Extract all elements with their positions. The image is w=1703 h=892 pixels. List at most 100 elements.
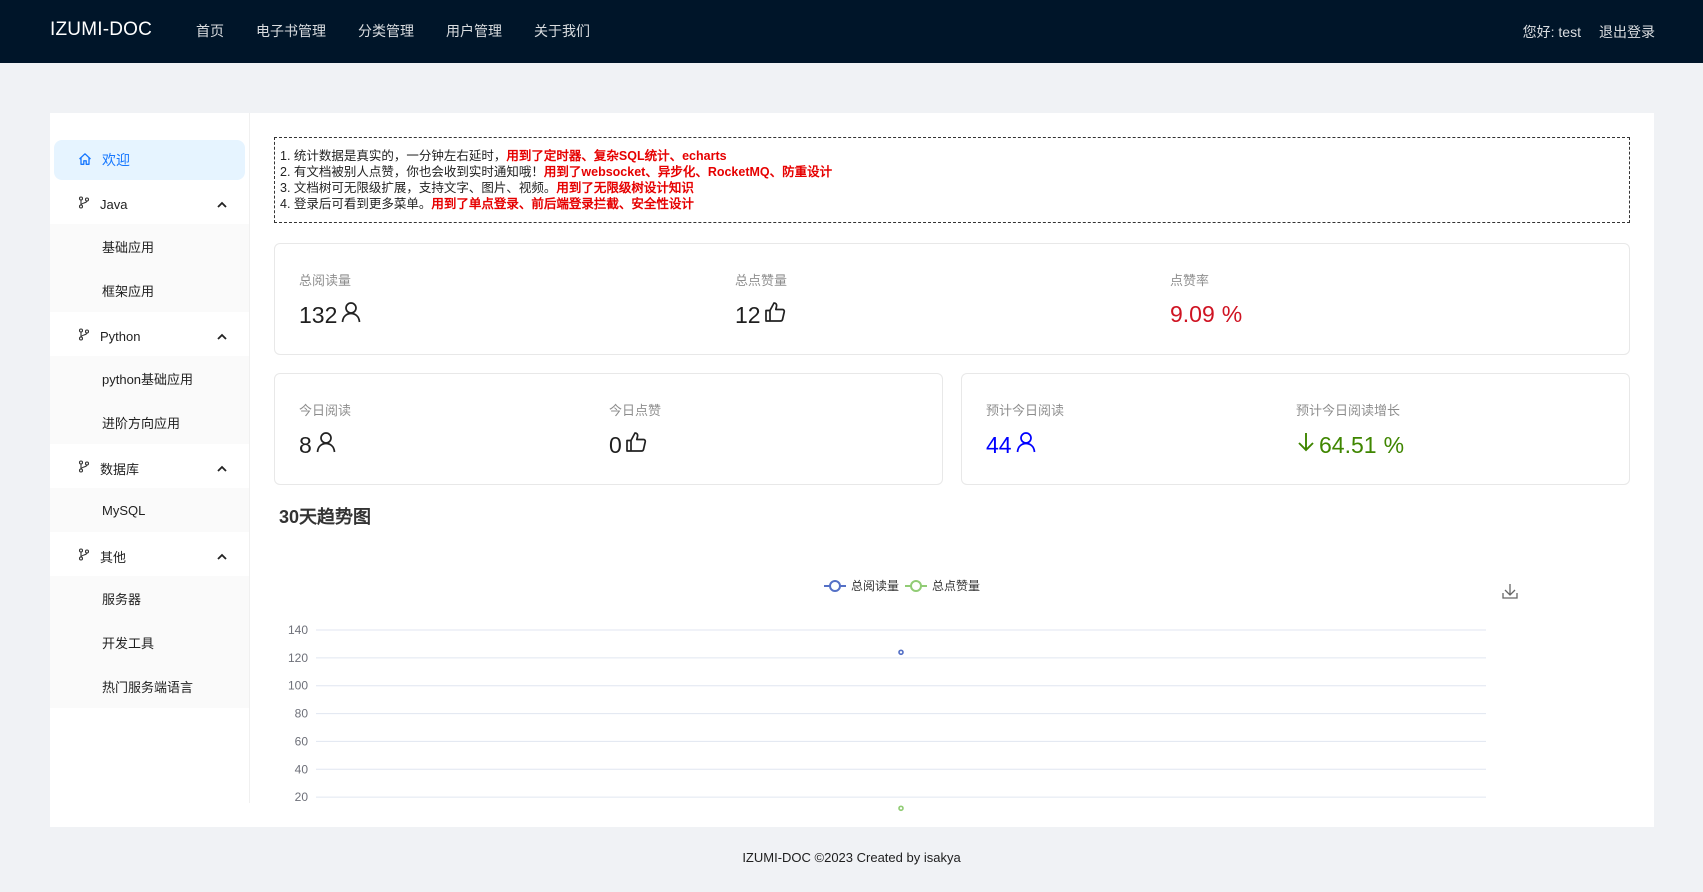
legend-marker xyxy=(910,580,922,592)
branch-icon xyxy=(78,196,90,212)
stat-number: 8 xyxy=(299,431,312,458)
footer: IZUMI-DOC ©2023 Created by isakya xyxy=(742,850,961,865)
submenu-python[interactable]: Python xyxy=(50,316,249,356)
notice-line: 4. 登录后可看到更多菜单。用到了单点登录、前后端登录拦截、安全性设计 xyxy=(280,196,1624,212)
y-tick-label: 40 xyxy=(295,762,309,776)
stat-number: 44 xyxy=(986,431,1012,458)
y-tick-label: 120 xyxy=(288,651,308,665)
chevron-up-icon xyxy=(217,197,227,212)
stat-today-vote: 今日点赞 0 xyxy=(609,400,661,459)
stat-label: 今日阅读 xyxy=(299,403,352,418)
stat-value: 12 xyxy=(735,301,787,329)
sidebar-item-java-framework[interactable]: 框架应用 xyxy=(50,268,249,312)
notice-highlight: 用到了websocket、异步化、RocketMQ、防重设计 xyxy=(543,165,833,179)
stat-number: 0 xyxy=(609,431,622,458)
chevron-up-icon xyxy=(217,461,227,476)
sidebar-item-python-basic[interactable]: python基础应用 xyxy=(50,356,249,400)
nav-home[interactable]: 首页 xyxy=(180,0,240,63)
notice-highlight: 用到了无限级树设计知识 xyxy=(556,181,694,195)
stats-card-totals: 总阅读量 132 总点赞量 12 点赞率 9.09 % xyxy=(274,243,1630,355)
header-user-area: 您好: test 退出登录 xyxy=(1523,0,1655,63)
stat-value: 8 xyxy=(299,431,351,459)
stat-number: 9.09 xyxy=(1170,301,1215,327)
y-tick-label: 80 xyxy=(295,707,309,721)
submenu-other[interactable]: 其他 xyxy=(50,536,249,576)
stat-predict-growth: 预计今日阅读增长 64.51 % xyxy=(1296,400,1404,459)
stat-label: 总阅读量 xyxy=(299,273,352,288)
y-tick-label: 140 xyxy=(288,623,308,637)
legend-marker xyxy=(829,580,841,592)
stat-value: 44 xyxy=(986,431,1064,459)
submenu-java[interactable]: Java xyxy=(50,184,249,224)
stat-number: 132 xyxy=(299,301,338,328)
chevron-up-icon xyxy=(217,329,227,344)
branch-icon xyxy=(78,328,90,344)
legend-label: 总点赞量 xyxy=(932,579,980,593)
stat-number: 64.51 xyxy=(1319,431,1377,458)
notice-text: 3. 文档树可无限级扩展，支持文字、图片、视频。 xyxy=(280,181,557,195)
stat-label: 预计今日阅读 xyxy=(986,403,1065,418)
stat-suffix: % xyxy=(1221,301,1243,327)
notice-highlight: 用到了单点登录、前后端登录拦截、安全性设计 xyxy=(431,197,694,211)
submenu-label: Java xyxy=(100,196,128,212)
submenu-list-other: 服务器 开发工具 热门服务端语言 xyxy=(50,576,249,708)
nav-user-admin[interactable]: 用户管理 xyxy=(430,0,518,63)
stat-vote-rate: 点赞率 9.09 % xyxy=(1170,270,1242,328)
data-point-vote xyxy=(898,805,904,812)
submenu-list-database: MySQL xyxy=(50,488,249,532)
trend-chart: 02040608010012014007-22总阅读量总点赞量 xyxy=(288,579,1518,812)
nav-category-admin[interactable]: 分类管理 xyxy=(342,0,430,63)
sidebar-item-python-advanced[interactable]: 进阶方向应用 xyxy=(50,400,249,444)
y-tick-label: 100 xyxy=(288,679,308,693)
stat-value: 0 xyxy=(609,431,661,459)
stat-predict-view: 预计今日阅读 44 xyxy=(986,400,1064,459)
stat-label: 点赞率 xyxy=(1170,273,1210,288)
notice-line: 1. 统计数据是真实的，一分钟左右延时，用到了定时器、复杂SQL统计、echar… xyxy=(280,148,1624,164)
notice-box: 1. 统计数据是真实的，一分钟左右延时，用到了定时器、复杂SQL统计、echar… xyxy=(274,137,1630,223)
sidebar-item-mysql[interactable]: MySQL xyxy=(50,488,249,532)
content-card: 欢迎 Java 基础应用 框架应用 Python python基础应用 进阶方向… xyxy=(50,113,1654,827)
logo[interactable]: IZUMI-DOC xyxy=(50,19,152,41)
sidebar-item-label: 欢迎 xyxy=(102,152,130,168)
sidebar-menu: 欢迎 Java 基础应用 框架应用 Python python基础应用 进阶方向… xyxy=(50,113,250,803)
stat-today-view: 今日阅读 8 xyxy=(299,400,351,459)
data-point-view xyxy=(898,649,904,656)
notice-line: 3. 文档树可无限级扩展，支持文字、图片、视频。用到了无限级树设计知识 xyxy=(280,180,1624,196)
user-greeting: 您好: test xyxy=(1522,23,1581,40)
notice-highlight: 用到了定时器、复杂SQL统计、echarts xyxy=(506,149,727,163)
main-nav: 首页 电子书管理 分类管理 用户管理 关于我们 xyxy=(180,0,606,63)
branch-icon xyxy=(78,460,90,476)
stat-total-vote: 总点赞量 12 xyxy=(735,270,787,329)
sidebar-item-server-languages[interactable]: 热门服务端语言 xyxy=(50,664,249,708)
top-header: IZUMI-DOC 首页 电子书管理 分类管理 用户管理 关于我们 您好: te… xyxy=(0,0,1703,63)
like-icon xyxy=(764,301,786,329)
notice-text: 2. 有文档被别人点赞，你也会收到实时通知哦！ xyxy=(280,165,544,179)
chevron-up-icon xyxy=(217,549,227,564)
notice-text: 1. 统计数据是真实的，一分钟左右延时， xyxy=(280,149,507,163)
submenu-label: 数据库 xyxy=(100,461,140,477)
branch-icon xyxy=(78,548,90,564)
notice-text: 4. 登录后可看到更多菜单。 xyxy=(280,197,432,211)
stat-label: 今日点赞 xyxy=(609,403,662,418)
sidebar-item-welcome[interactable]: 欢迎 xyxy=(54,140,245,180)
nav-ebook-admin[interactable]: 电子书管理 xyxy=(240,0,342,63)
submenu-list-python: python基础应用 进阶方向应用 xyxy=(50,356,249,444)
nav-about[interactable]: 关于我们 xyxy=(518,0,606,63)
sidebar-item-dev-tools[interactable]: 开发工具 xyxy=(50,620,249,664)
user-icon xyxy=(315,431,337,459)
submenu-label: Python xyxy=(100,328,141,344)
stat-value: 132 xyxy=(299,301,362,329)
user-icon xyxy=(340,301,362,329)
stats-card-today: 今日阅读 8 今日点赞 0 xyxy=(274,373,943,485)
y-tick-label: 60 xyxy=(295,734,309,748)
logout-link[interactable]: 退出登录 xyxy=(1599,22,1655,42)
stat-label: 总点赞量 xyxy=(735,273,788,288)
submenu-database[interactable]: 数据库 xyxy=(50,448,249,488)
download-icon[interactable] xyxy=(1502,584,1518,599)
sidebar-item-server[interactable]: 服务器 xyxy=(50,576,249,620)
stat-number: 12 xyxy=(735,301,761,328)
submenu-label: 其他 xyxy=(100,549,127,565)
sidebar-item-java-basic[interactable]: 基础应用 xyxy=(50,224,249,268)
like-icon xyxy=(625,431,647,459)
stat-label: 预计今日阅读增长 xyxy=(1296,403,1401,418)
